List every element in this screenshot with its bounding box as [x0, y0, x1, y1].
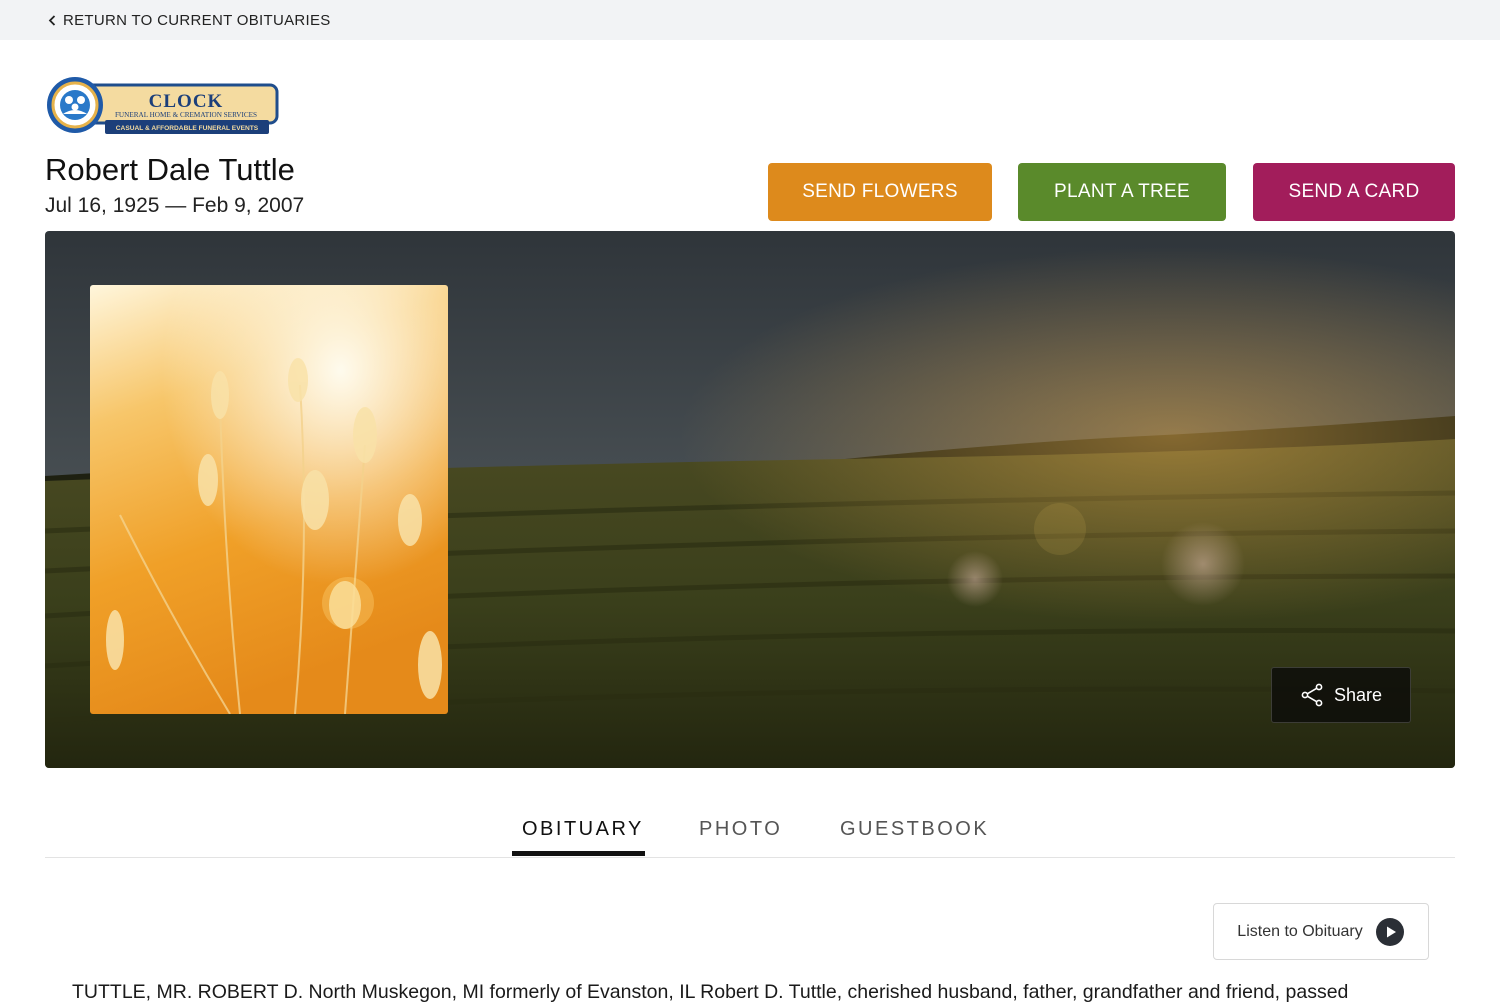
deceased-name: Robert Dale Tuttle	[45, 152, 295, 187]
listen-label: Listen to Obituary	[1237, 922, 1363, 940]
tab-photo[interactable]: PHOTO	[699, 818, 782, 841]
obituary-text: TUTTLE, MR. ROBERT D. North Muskegon, MI…	[72, 981, 1349, 1003]
listen-to-obituary-button[interactable]: Listen to Obituary	[1213, 903, 1429, 960]
return-link[interactable]: RETURN TO CURRENT OBITUARIES	[48, 12, 331, 29]
logo-banner: CASUAL & AFFORDABLE FUNERAL EVENTS	[116, 125, 259, 132]
share-label: Share	[1333, 684, 1383, 705]
tab-obituary[interactable]: OBITUARY	[522, 818, 644, 841]
plant-a-tree-button[interactable]: PLANT A TREE	[1018, 163, 1226, 221]
life-dates: Jul 16, 1925 — Feb 9, 2007	[45, 194, 305, 217]
tab-guestbook[interactable]: GUESTBOOK	[840, 818, 989, 841]
share-button[interactable]: Share	[1271, 667, 1411, 723]
share-icon	[1301, 683, 1323, 707]
play-icon	[1375, 917, 1404, 946]
golden-grass-image	[90, 285, 448, 714]
hero-banner: Share	[45, 231, 1455, 768]
send-a-card-button[interactable]: SEND A CARD	[1253, 163, 1455, 221]
logo-tagline: FUNERAL HOME & CREMATION SERVICES	[115, 111, 257, 119]
send-flowers-button[interactable]: SEND FLOWERS	[768, 163, 992, 221]
portrait-photo[interactable]	[90, 285, 448, 714]
logo-brand: CLOCK	[149, 91, 224, 112]
return-link-label: RETURN TO CURRENT OBITUARIES	[63, 11, 331, 29]
top-bar: RETURN TO CURRENT OBITUARIES	[0, 0, 1500, 40]
funeral-home-logo[interactable]: CLOCK FUNERAL HOME & CREMATION SERVICES …	[45, 76, 281, 136]
chevron-left-icon	[48, 14, 56, 26]
active-tab-indicator	[512, 851, 645, 856]
obituary-tabs: OBITUARY PHOTO GUESTBOOK	[45, 800, 1455, 858]
